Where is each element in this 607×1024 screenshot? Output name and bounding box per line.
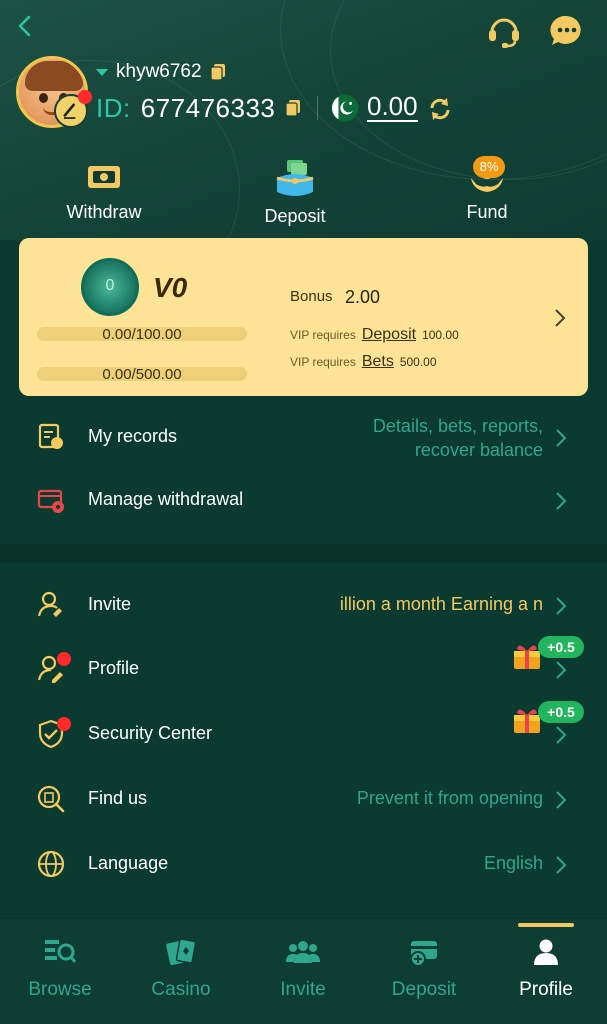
user-id-row: ID: 677476333 [96,92,301,124]
tab-label: Invite [280,979,326,1000]
tab-label: Casino [151,979,211,1000]
tab-browse[interactable]: Browse [5,937,115,1001]
bets-progress-text: 0.00/500.00 [102,366,182,383]
search-building-icon [37,785,65,813]
dropdown-caret-icon[interactable] [96,68,108,76]
people-icon [286,941,320,963]
username: khyw6762 [116,61,202,82]
bets-requirement-value: 500.00 [399,355,437,369]
menu-hint: Prevent it from opening [356,788,543,808]
menu-label: Find us [88,788,148,808]
chevron-right-icon [556,791,567,809]
requirement-prefix: VIP requires [290,355,356,369]
menu-label: Security Center [88,723,213,743]
tab-profile[interactable]: Profile [491,937,601,1001]
notification-dot [57,717,71,731]
person-icon [534,939,558,965]
invite-user-icon [37,591,62,617]
chevron-right-icon [556,726,567,744]
deposit-requirement-value: 100.00 [422,328,459,342]
id-value: 677476333 [140,92,276,123]
notification-dot [57,652,71,666]
chevron-right-icon [556,429,567,447]
chevron-right-icon [556,492,567,510]
deposit-button[interactable]: Deposit [235,160,355,227]
cards-icon [166,938,197,966]
avatar-hair [25,61,83,91]
requirement-prefix: VIP requires [290,328,356,342]
notification-dot [78,90,92,104]
menu-item-find-us[interactable]: Find us Prevent it from opening [0,772,607,828]
deposit-icon [410,941,437,967]
section-divider [0,544,607,562]
records-icon [38,423,63,449]
withdraw-label: Withdraw [66,202,142,222]
vip-medal-icon: 0 [81,258,139,316]
withdraw-button[interactable]: Withdraw [44,160,164,223]
chevron-right-icon [555,309,566,327]
chevron-right-icon [556,661,567,679]
deposit-label: Deposit [264,206,326,226]
deposit-link[interactable]: Deposit [362,326,416,344]
id-label: ID: [96,92,131,123]
browse-icon [45,940,77,963]
chevron-right-icon [556,597,567,615]
avatar-eye [39,93,48,103]
refresh-icon[interactable] [428,97,452,121]
tab-label: Deposit [391,979,457,1000]
tab-label: Browse [28,979,92,1000]
header-divider [317,96,318,120]
menu-label: Manage withdrawal [88,489,244,509]
vip-bets-requirement: VIP requires Bets 500.00 [290,353,437,371]
selected-language: English [483,853,543,873]
balance-value[interactable]: 0.00 [367,92,418,122]
reward-badge: +0.5 [538,701,584,723]
menu-item-invite[interactable]: Invite illion a month Earning a n [0,578,607,634]
menu-item-manage-withdrawal[interactable]: Manage withdrawal [0,473,607,529]
reward-badge: +0.5 [538,636,584,658]
menu-label: Invite [88,594,132,614]
vip-deposit-requirement: VIP requires Deposit 100.00 [290,326,459,344]
headset-support-icon[interactable] [486,14,522,48]
menu-hint: Details, bets, reports, recover balance [373,414,543,462]
menu-hint-line: recover balance [414,440,543,460]
menu-label: Language [88,853,169,873]
vip-medal-level: 0 [105,277,115,294]
menu-item-language[interactable]: Language English [0,837,607,893]
vip-level: V0 [153,272,188,303]
bets-link[interactable]: Bets [362,353,394,371]
active-tab-indicator [518,923,574,927]
copy-id-icon[interactable] [285,99,301,117]
wallet-icon [276,160,314,196]
withdrawal-settings-icon [37,489,64,513]
fund-label: Fund [466,202,508,222]
back-arrow-icon[interactable] [12,12,40,40]
invite-marquee-text: illion a month Earning a n [339,594,543,614]
menu-label: Profile [88,658,140,678]
menu-item-my-records[interactable]: My records Details, bets, reports, recov… [0,410,607,466]
tab-casino[interactable]: Casino [126,937,236,1001]
globe-icon [37,850,65,878]
chat-bubble-icon[interactable] [550,14,584,48]
chevron-right-icon [556,856,567,874]
tab-invite[interactable]: Invite [248,937,358,1001]
bonus-label: Bonus [290,288,333,305]
fund-percent-badge: 8% [473,156,505,178]
tab-label: Profile [519,979,573,1000]
username-row: khyw6762 [96,60,226,84]
tab-deposit[interactable]: Deposit [369,937,479,1001]
copy-icon[interactable] [209,63,226,81]
withdraw-icon [88,166,120,188]
pakistan-flag-icon [331,94,359,122]
menu-label: My records [88,426,178,446]
bonus-value: 2.00 [345,287,381,307]
menu-hint-line: Details, bets, reports, [372,416,543,436]
deposit-progress-text: 0.00/100.00 [102,326,182,343]
bottom-tab-bar: Browse Casino Invite Deposit Profile [0,918,607,1024]
vip-card[interactable]: 0 V0 0.00/100.00 0.00/500.00 Bonus 2.00 … [19,238,588,396]
